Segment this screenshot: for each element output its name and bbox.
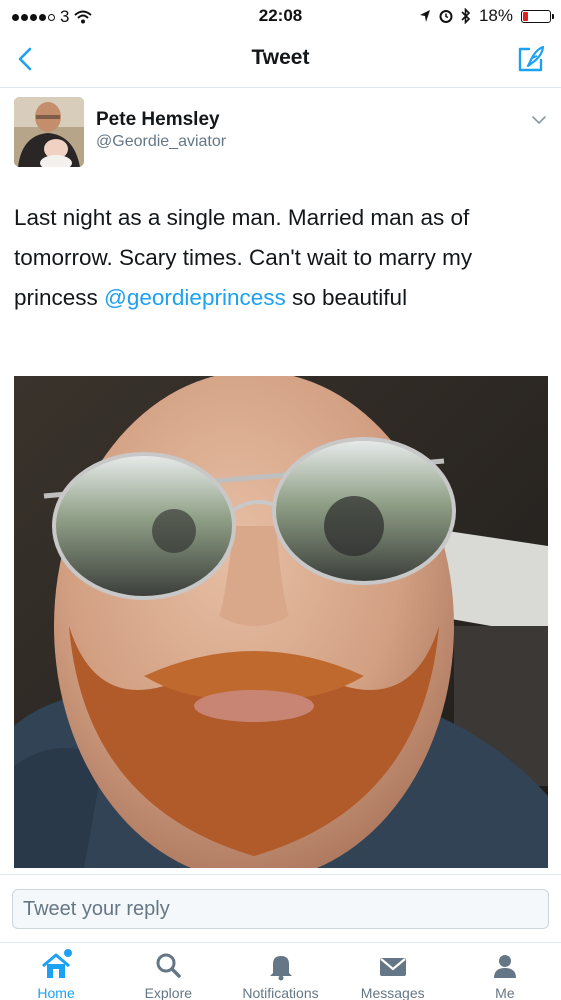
new-tweets-dot bbox=[64, 949, 72, 957]
tab-messages[interactable]: Messages bbox=[337, 943, 449, 1000]
tab-explore[interactable]: Explore bbox=[112, 943, 224, 1000]
battery-fill bbox=[523, 11, 528, 21]
author-handle[interactable]: @Geordie_aviator bbox=[96, 133, 226, 151]
tab-me[interactable]: Me bbox=[449, 943, 561, 1000]
person-icon bbox=[493, 955, 516, 978]
tweet-header: Pete Hemsley @Geordie_aviator bbox=[0, 90, 561, 172]
page-title: Tweet bbox=[251, 46, 310, 69]
alarm-icon bbox=[439, 10, 453, 23]
tab-label: Home bbox=[37, 985, 75, 1000]
chevron-down-icon[interactable] bbox=[531, 112, 547, 128]
tab-home[interactable]: Home bbox=[0, 943, 112, 1000]
tweet-text: Last night as a single man. Married man … bbox=[14, 198, 546, 318]
reply-input[interactable] bbox=[12, 889, 549, 929]
tab-label: Me bbox=[495, 985, 515, 1000]
battery-percent: 18% bbox=[478, 6, 513, 25]
tab-label: Explore bbox=[144, 985, 193, 1000]
tweet-text-end: so beautiful bbox=[285, 285, 408, 310]
avatar-image bbox=[14, 97, 84, 167]
author-name[interactable]: Pete Hemsley bbox=[96, 109, 220, 131]
nav-bar: Tweet bbox=[0, 32, 561, 88]
location-arrow-icon bbox=[419, 10, 430, 22]
compose-tweet-icon[interactable] bbox=[515, 44, 547, 74]
selfie-photo bbox=[14, 376, 548, 868]
tab-bar: Home Explore Notifications Messages Me bbox=[0, 942, 561, 1000]
tab-notifications[interactable]: Notifications bbox=[224, 943, 336, 1000]
search-icon bbox=[156, 953, 182, 978]
status-bar: 3 22:08 18% bbox=[0, 0, 561, 32]
mention-link[interactable]: @geordieprincess bbox=[104, 285, 286, 310]
tab-label: Notifications bbox=[242, 985, 319, 1000]
tweet-photo[interactable] bbox=[14, 376, 548, 868]
avatar[interactable] bbox=[14, 97, 84, 167]
envelope-icon bbox=[379, 958, 406, 976]
bell-icon bbox=[269, 956, 292, 981]
reply-bar bbox=[0, 874, 561, 942]
tab-label: Messages bbox=[360, 985, 425, 1000]
status-right-group: 18% bbox=[419, 6, 554, 26]
bluetooth-icon bbox=[461, 8, 471, 24]
battery-icon bbox=[521, 9, 554, 23]
